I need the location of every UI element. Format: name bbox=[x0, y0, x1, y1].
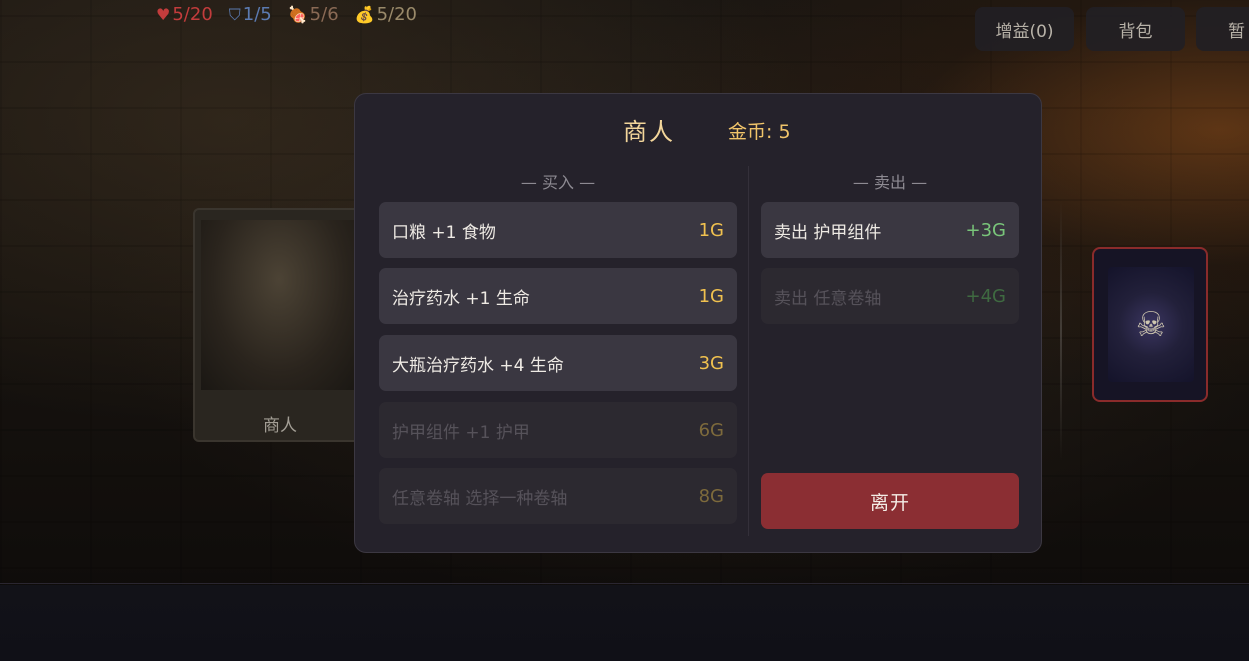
pause-button[interactable]: 暂 bbox=[1196, 7, 1249, 51]
item-price: 6G bbox=[698, 419, 724, 441]
food-value: 5/6 bbox=[309, 4, 339, 25]
health-value: 5/20 bbox=[172, 4, 213, 25]
item-name: 卖出 护甲组件 bbox=[774, 222, 882, 243]
sell-item-armor-piece[interactable]: 卖出 护甲组件 +3G bbox=[761, 202, 1019, 258]
game-scene: ♥ 5/20 ⛉ 1/5 🍖 5/6 💰 5/20 增益(0) 背包 暂 商人 … bbox=[0, 0, 1249, 661]
item-price: 1G bbox=[698, 219, 724, 241]
sell-header: — 卖出 — bbox=[852, 173, 928, 192]
meat-icon: 🍖 bbox=[287, 5, 308, 24]
path-connector bbox=[1060, 200, 1062, 460]
merchant-card-art bbox=[201, 220, 357, 390]
item-price: +3G bbox=[965, 219, 1006, 241]
buy-item-large-healing-potion[interactable]: 大瓶治疗药水 +4 生命 3G bbox=[379, 335, 737, 391]
gold-counter: 金币: 5 bbox=[728, 121, 791, 143]
buy-header: — 买入 — bbox=[520, 173, 596, 192]
skull-seal-icon: ☠ bbox=[1108, 267, 1194, 382]
item-name: 治疗药水 +1 生命 bbox=[392, 288, 530, 309]
dialog-title: 商人 bbox=[623, 118, 675, 146]
merchant-card-label: 商人 bbox=[263, 416, 297, 436]
floor-edge bbox=[0, 583, 1249, 584]
next-card[interactable]: ☠ bbox=[1092, 247, 1208, 402]
item-name: 卖出 任意卷轴 bbox=[774, 288, 882, 309]
buffs-button[interactable]: 增益(0) bbox=[975, 7, 1074, 51]
gold-stat: 💰 5/20 bbox=[355, 4, 417, 25]
armor-value: 1/5 bbox=[242, 4, 272, 25]
armor-stat: ⛉ 1/5 bbox=[229, 4, 272, 25]
item-price: 1G bbox=[698, 285, 724, 307]
item-price: 8G bbox=[698, 485, 724, 507]
floor bbox=[0, 585, 1249, 661]
health-stat: ♥ 5/20 bbox=[156, 4, 213, 25]
item-price: 3G bbox=[698, 352, 724, 374]
buy-item-armor-piece[interactable]: 护甲组件 +1 护甲 6G bbox=[379, 402, 737, 458]
heart-icon: ♥ bbox=[156, 5, 171, 24]
column-divider bbox=[748, 166, 749, 536]
item-name: 大瓶治疗药水 +4 生命 bbox=[392, 355, 564, 376]
merchant-card[interactable]: 商人 bbox=[193, 208, 367, 442]
buy-item-rations[interactable]: 口粮 +1 食物 1G bbox=[379, 202, 737, 258]
item-name: 任意卷轴 选择一种卷轴 bbox=[392, 488, 568, 509]
shield-icon: ⛉ bbox=[228, 4, 241, 24]
gold-value: 5/20 bbox=[376, 4, 417, 25]
buy-item-healing-potion[interactable]: 治疗药水 +1 生命 1G bbox=[379, 268, 737, 324]
buy-item-any-scroll[interactable]: 任意卷轴 选择一种卷轴 8G bbox=[379, 468, 737, 524]
food-stat: 🍖 5/6 bbox=[288, 4, 339, 25]
money-bag-icon: 💰 bbox=[354, 5, 375, 24]
item-price: +4G bbox=[965, 285, 1006, 307]
sell-item-any-scroll[interactable]: 卖出 任意卷轴 +4G bbox=[761, 268, 1019, 324]
status-bar: ♥ 5/20 ⛉ 1/5 🍖 5/6 💰 5/20 bbox=[156, 4, 417, 25]
merchant-dialog: 商人 金币: 5 — 买入 — — 卖出 — 口粮 +1 食物 1G 治疗药水 … bbox=[354, 93, 1042, 553]
leave-button[interactable]: 离开 bbox=[761, 473, 1019, 529]
item-name: 护甲组件 +1 护甲 bbox=[392, 422, 530, 443]
item-name: 口粮 +1 食物 bbox=[392, 222, 496, 243]
bag-button[interactable]: 背包 bbox=[1086, 7, 1185, 51]
